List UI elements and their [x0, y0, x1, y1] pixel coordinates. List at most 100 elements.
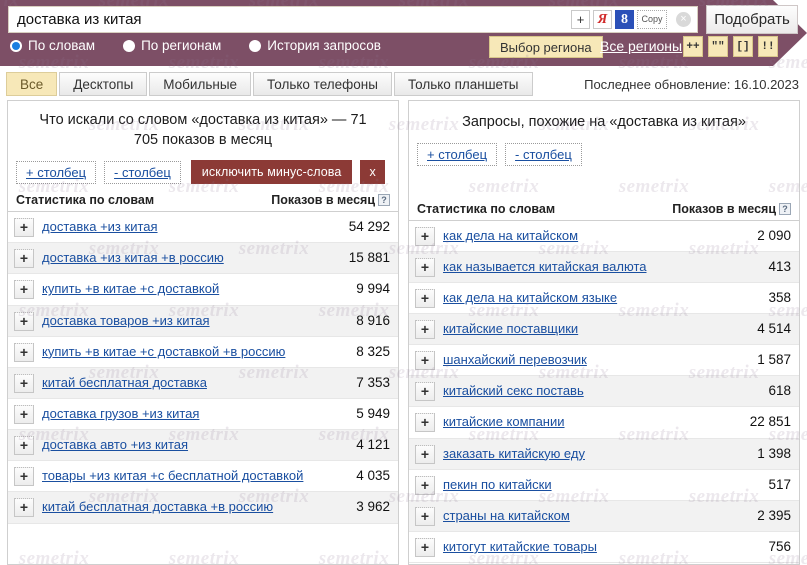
copy-icon[interactable]: Copy [637, 10, 667, 29]
shows-count: 15 881 [348, 250, 390, 266]
keyword-link[interactable]: доставка +из китая +в россию [42, 248, 332, 268]
tab-phones-only[interactable]: Только телефоны [253, 72, 392, 96]
region-all-link[interactable]: Все регионы [600, 38, 682, 54]
right-panel-toolbar: + столбец - столбец [409, 133, 799, 166]
radio-by-regions-label: По регионам [141, 38, 222, 53]
keyword-link[interactable]: как дела на китайском языке [443, 288, 733, 308]
keyword-link[interactable]: шанхайский перевозчик [443, 350, 733, 370]
google-icon[interactable]: 8 [615, 10, 634, 29]
expand-plus-icon[interactable]: + [14, 467, 34, 487]
expand-plus-icon[interactable]: + [415, 226, 435, 246]
keyword-link[interactable]: китайские компании [443, 412, 733, 432]
keyword-link[interactable]: китай бесплатная доставка +в россию [42, 497, 332, 517]
device-tabbar: Все Десктопы Мобильные Только телефоны Т… [0, 68, 807, 100]
keyword-link[interactable]: как называется китайская валюта [443, 257, 733, 277]
yandex-icon[interactable]: Я [593, 10, 612, 29]
expand-plus-icon[interactable]: + [14, 280, 34, 300]
expand-plus-icon[interactable]: + [14, 373, 34, 393]
add-icon[interactable]: + [571, 10, 590, 29]
expand-plus-icon[interactable]: + [415, 444, 435, 464]
clear-icon[interactable]: × [676, 12, 691, 27]
expand-plus-icon[interactable]: + [14, 498, 34, 518]
search-input[interactable] [9, 7, 571, 32]
search-bar-icons: + Я 8 Copy × [571, 10, 697, 29]
keyword-link[interactable]: заказать китайскую еду [443, 444, 733, 464]
left-remove-column-button[interactable]: - столбец [104, 160, 181, 184]
radio-by-regions[interactable]: По регионам [123, 38, 221, 53]
radio-dot-icon [10, 39, 22, 52]
expand-plus-icon[interactable]: + [415, 288, 435, 308]
operator-brackets-icon[interactable]: [] [733, 36, 753, 57]
right-add-column-button[interactable]: + столбец [417, 142, 498, 166]
expand-plus-icon[interactable]: + [415, 257, 435, 277]
shows-count: 8 325 [356, 343, 390, 359]
tab-tablets-only[interactable]: Только планшеты [393, 72, 533, 96]
table-row: + китайский секс поставь 618 [409, 376, 799, 408]
expand-plus-icon[interactable]: + [415, 382, 435, 402]
expand-plus-icon[interactable]: + [415, 319, 435, 339]
table-row: + китай бесплатная доставка 7 353 [8, 367, 398, 399]
tab-desktops[interactable]: Десктопы [59, 72, 148, 96]
expand-plus-icon[interactable]: + [14, 436, 34, 456]
keyword-link[interactable]: китай бесплатная доставка [42, 373, 332, 393]
pick-button[interactable]: Подобрать [706, 5, 798, 34]
shows-count: 413 [768, 258, 791, 274]
tab-all[interactable]: Все [6, 72, 58, 96]
expand-plus-icon[interactable]: + [14, 342, 34, 362]
table-row: + шанхайский перевозчик 1 587 [409, 345, 799, 377]
left-col-keyword-header: Статистика по словам [16, 193, 155, 208]
left-table-header: Статистика по словам Показов в месяц ? [8, 184, 398, 213]
radio-query-history-label: История запросов [267, 38, 381, 53]
keyword-link[interactable]: китогут китайские товары [443, 537, 733, 557]
close-exclude-button[interactable]: x [360, 160, 385, 185]
expand-plus-icon[interactable]: + [14, 404, 34, 424]
right-add-column-label: + столбец [427, 146, 488, 162]
region-select-button[interactable]: Выбор региона [489, 36, 603, 58]
keyword-link[interactable]: купить +в китае +с доставкой [42, 279, 332, 299]
tab-mobile[interactable]: Мобильные [149, 72, 252, 96]
operator-plus-icon[interactable]: ++ [683, 36, 703, 57]
keyword-link[interactable]: страны на китайском [443, 506, 733, 526]
help-icon[interactable]: ? [378, 194, 390, 207]
left-panel: Что искали со словом «доставка из китая»… [7, 100, 399, 565]
right-remove-column-label: - столбец [515, 146, 572, 162]
keyword-link[interactable]: доставка +из китая [42, 217, 332, 237]
keyword-link[interactable]: китайский секс поставь [443, 381, 733, 401]
table-row: + пекин по китайски 517 [409, 470, 799, 501]
table-row: + как называется китайская валюта 413 [409, 251, 799, 283]
expand-plus-icon[interactable]: + [14, 218, 34, 238]
keyword-link[interactable]: товары +из китая +с бесплатной доставкой [42, 466, 332, 486]
expand-plus-icon[interactable]: + [14, 311, 34, 331]
help-icon[interactable]: ? [779, 202, 791, 215]
expand-plus-icon[interactable]: + [14, 249, 34, 269]
last-update-label: Последнее обновление: 16.10.2023 [584, 77, 799, 92]
left-add-column-button[interactable]: + столбец [16, 160, 97, 184]
right-remove-column-button[interactable]: - столбец [505, 142, 582, 166]
shows-count: 8 916 [356, 312, 390, 328]
radio-dot-icon [123, 39, 136, 52]
operator-quotes-icon[interactable]: "" [708, 36, 728, 57]
keyword-link[interactable]: доставка авто +из китая [42, 435, 332, 455]
radio-dot-icon [249, 39, 262, 52]
shows-count: 54 292 [348, 219, 390, 235]
expand-plus-icon[interactable]: + [415, 413, 435, 433]
keyword-link[interactable]: купить +в китае +с доставкой +в россию [42, 342, 332, 362]
keyword-link[interactable]: доставка товаров +из китая [42, 311, 332, 331]
expand-plus-icon[interactable]: + [415, 506, 435, 526]
radio-query-history[interactable]: История запросов [249, 38, 381, 53]
keyword-link[interactable]: китайские поставщики [443, 319, 733, 339]
radio-by-words[interactable]: По словам [10, 38, 95, 53]
table-row: + доставка грузов +из китая 5 949 [8, 399, 398, 431]
keyword-link[interactable]: как дела на китайском [443, 226, 733, 246]
exclude-minus-words-button[interactable]: исключить минус-слова [190, 160, 353, 185]
keyword-link[interactable]: пекин по китайски [443, 475, 733, 495]
expand-plus-icon[interactable]: + [415, 537, 435, 557]
expand-plus-icon[interactable]: + [415, 351, 435, 371]
operator-exclaim-icon[interactable]: !! [758, 36, 778, 57]
shows-count: 517 [768, 476, 791, 492]
shows-count: 5 949 [356, 405, 390, 421]
expand-plus-icon[interactable]: + [415, 475, 435, 495]
left-remove-column-label: - столбец [114, 164, 171, 180]
keyword-link[interactable]: доставка грузов +из китая [42, 404, 332, 424]
left-panel-toolbar: + столбец - столбец исключить минус-слов… [8, 150, 398, 185]
